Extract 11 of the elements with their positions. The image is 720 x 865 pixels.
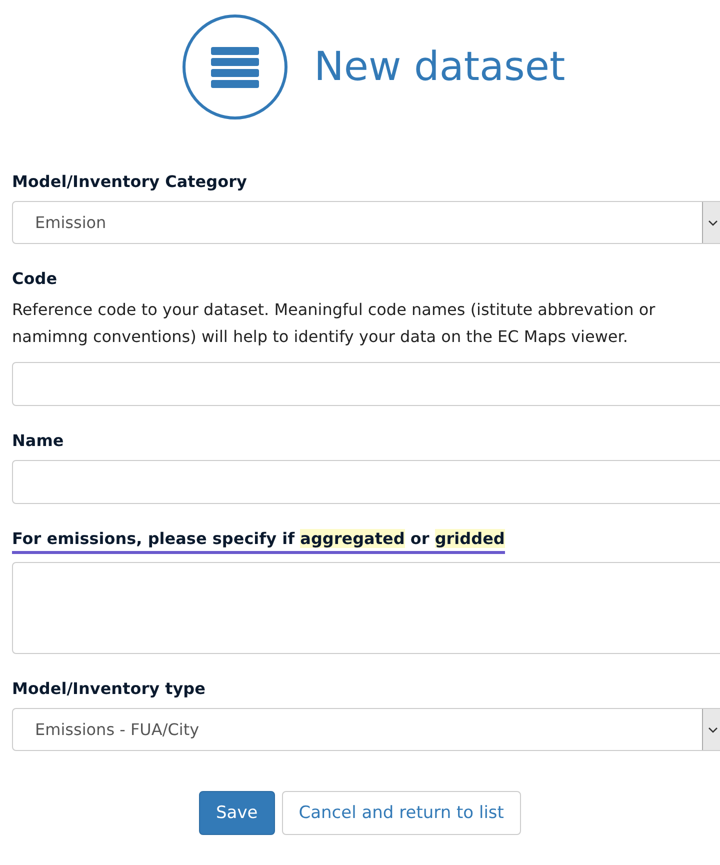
select-field[interactable]: Emission (12, 201, 720, 244)
save-button[interactable]: Save (199, 791, 275, 835)
field-label: Model/Inventory type (12, 678, 206, 700)
field-label: Code (12, 268, 58, 290)
field-label: Name (12, 430, 64, 452)
select-field[interactable]: Emissions - FUA/City (12, 708, 720, 751)
help-text: Reference code to your dataset. Meaningful code names (istitute abbrevation or namimng conventions) will help to identify your data on the EC Maps viewer. (12, 299, 656, 348)
field-label: Model/Inventory Category (12, 171, 247, 193)
page-title: New dataset (314, 44, 566, 90)
cancel-button[interactable]: Cancel and return to list (282, 791, 521, 835)
field-label: For emissions, please specify if aggregated or gridded (12, 528, 505, 554)
